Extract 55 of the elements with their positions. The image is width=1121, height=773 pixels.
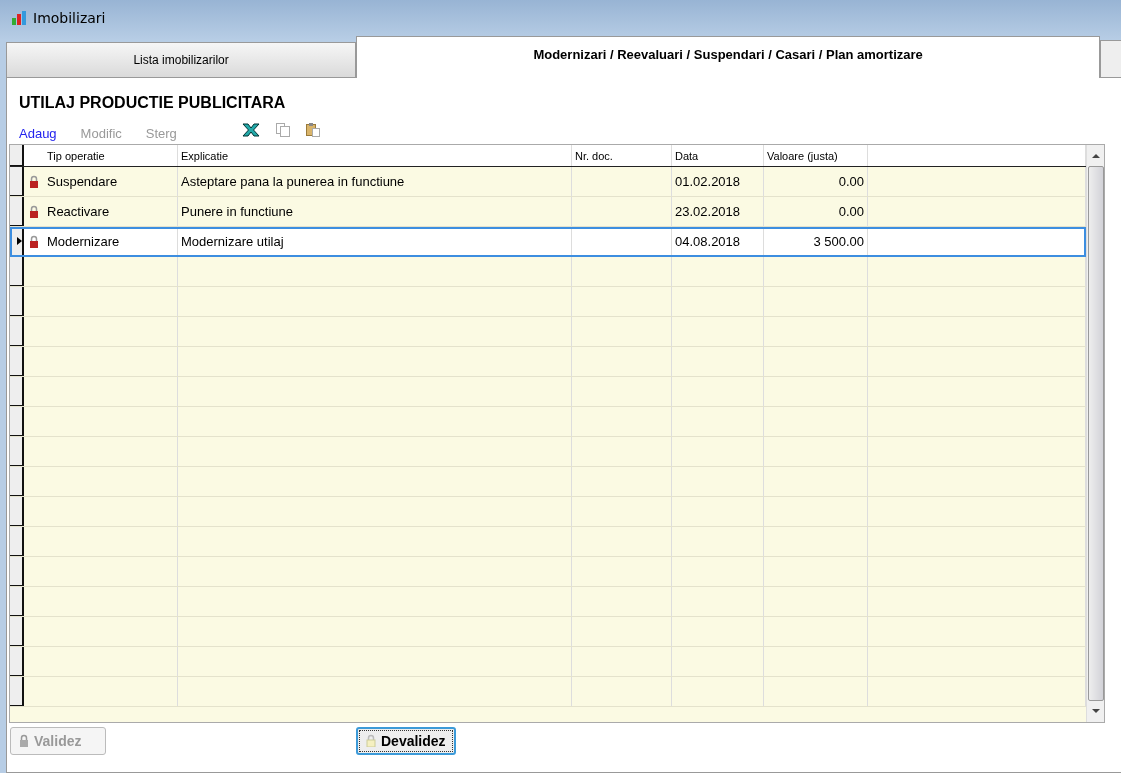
row-header[interactable] (10, 227, 24, 256)
toolbar-link[interactable]: Adaug (19, 125, 57, 141)
window-title: Imobilizari (33, 9, 106, 26)
paste-icon[interactable] (304, 122, 321, 138)
table-cell: 01.02.2018 (672, 167, 764, 196)
action-button[interactable]: Devalidez (356, 726, 456, 755)
lock-icon (366, 734, 376, 747)
column-header[interactable]: Tip operatie (44, 145, 178, 166)
row-header[interactable] (10, 497, 24, 526)
table-cell: Modernizare (44, 227, 178, 256)
lock-icon (29, 235, 39, 248)
table-cell: 0.00 (764, 167, 868, 196)
lock-icon (29, 175, 39, 188)
current-row-icon (17, 237, 22, 245)
row-header[interactable] (10, 617, 24, 646)
row-header[interactable] (10, 197, 24, 226)
table-cell: 0.00 (764, 197, 868, 226)
row-header[interactable] (10, 557, 24, 586)
row-header[interactable] (10, 317, 24, 346)
row-header[interactable] (10, 257, 24, 286)
row-header[interactable] (10, 167, 24, 196)
row-header[interactable] (10, 647, 24, 676)
table-cell: Suspendare (44, 167, 178, 196)
column-header[interactable]: Valoare (justa) (764, 145, 868, 166)
lock-icon (19, 734, 29, 747)
column-header[interactable]: Explicatie (178, 145, 572, 166)
row-header (10, 145, 24, 166)
tab[interactable]: Lista imobilizarilor (6, 42, 357, 78)
scroll-down-icon[interactable] (1091, 709, 1100, 714)
table-row[interactable]: Suspendare Asteptare pana la punerea in functiune 01.02.2018 0.00 (10, 167, 1086, 197)
bar-chart-icon (11, 9, 27, 26)
table-cell: 04.08.2018 (672, 227, 764, 256)
column-header[interactable]: Nr. doc. (572, 145, 672, 166)
spreadsheet-export-icon[interactable] (240, 122, 261, 138)
table-cell: 23.02.2018 (672, 197, 764, 226)
row-header[interactable] (10, 437, 24, 466)
table-cell: 3 500.00 (764, 227, 868, 256)
table-row[interactable]: Modernizare Modernizare utilaj 04.08.2018 3 500.00 (10, 227, 1086, 257)
table-cell: Punere in functiune (178, 197, 572, 226)
row-header[interactable] (10, 377, 24, 406)
column-header[interactable]: Data (672, 145, 764, 166)
row-header[interactable] (10, 677, 24, 706)
row-header[interactable] (10, 527, 24, 556)
table-cell: Reactivare (44, 197, 178, 226)
scroll-up-icon[interactable] (1091, 153, 1100, 158)
table-cell: Modernizare utilaj (178, 227, 572, 256)
table-cell: Asteptare pana la punerea in functiune (178, 167, 572, 196)
row-header[interactable] (10, 287, 24, 316)
lock-icon (29, 205, 39, 218)
row-header[interactable] (10, 407, 24, 436)
row-header[interactable] (10, 347, 24, 376)
record-heading: UTILAJ PRODUCTIE PUBLICITARA (18, 93, 287, 113)
row-header[interactable] (10, 587, 24, 616)
row-header[interactable] (10, 467, 24, 496)
tab[interactable]: Modernizari / Reevaluari / Suspendari / Casari / Plan amortizare (356, 36, 1101, 78)
